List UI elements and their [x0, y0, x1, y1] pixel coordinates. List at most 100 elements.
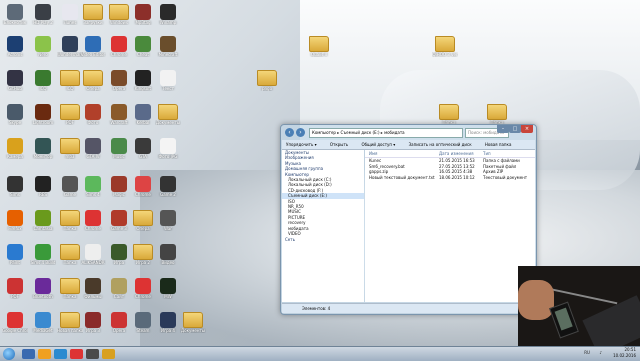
- desktop-icon[interactable]: Opera: [106, 70, 132, 91]
- desktop-icon[interactable]: Фото JPG: [155, 138, 181, 159]
- desktop-icon[interactable]: ICQ: [30, 70, 56, 91]
- desktop-icon[interactable]: Google Chrome: [2, 312, 28, 333]
- desktop-icon[interactable]: Bluetooth: [30, 278, 56, 299]
- navigation-pane[interactable]: Документы Изображения Музыка Домашняя групп…: [282, 150, 364, 302]
- desktop-icon[interactable]: Skype: [2, 104, 28, 125]
- desktop-icon[interactable]: Опера: [80, 70, 106, 91]
- new-folder-button[interactable]: Новая папка: [485, 142, 512, 147]
- desktop-icon[interactable]: Magic: [106, 176, 132, 197]
- header-name[interactable]: Имя: [365, 150, 439, 157]
- desktop-icon[interactable]: Блокнотик: [2, 4, 28, 25]
- desktop-icon[interactable]: GTA IV: [80, 138, 106, 159]
- desktop-icon[interactable]: Mp3tag: [130, 4, 156, 25]
- desktop-icon[interactable]: Paint: [2, 244, 28, 265]
- maximize-button[interactable]: □: [509, 125, 521, 133]
- desktop-icon[interactable]: Игра 3: [80, 312, 106, 333]
- desktop-icon[interactable]: Загрузки: [80, 4, 106, 25]
- desktop-icon[interactable]: Документы: [180, 312, 206, 333]
- desktop-icon[interactable]: Music: [106, 138, 132, 159]
- desktop-icon[interactable]: Kingsoft: [130, 70, 156, 91]
- desktop-icon[interactable]: Камера: [2, 138, 28, 159]
- desktop-icon[interactable]: Сайт: [106, 278, 132, 299]
- desktop-icon[interactable]: Windows: [106, 4, 132, 25]
- back-button[interactable]: ‹: [285, 128, 294, 137]
- desktop-icon[interactable]: MediaGet: [30, 312, 56, 333]
- desktop-icon[interactable]: pngo: [254, 70, 280, 91]
- taskbar-app-icon[interactable]: [70, 349, 83, 359]
- desktop-icon[interactable]: Winamp: [155, 4, 181, 25]
- language-indicator[interactable]: RU: [584, 350, 590, 355]
- desktop-icon-label: PDF: [11, 294, 19, 299]
- app-icon: [35, 278, 51, 294]
- desktop-icon[interactable]: Sims: [2, 176, 28, 197]
- desktop-icon-label: Paint: [10, 260, 20, 265]
- taskbar-app-icon[interactable]: [86, 349, 99, 359]
- desktop-icon[interactable]: Папка: [436, 104, 462, 125]
- share-button[interactable]: Общий доступ ▾: [361, 142, 395, 147]
- desktop-icon[interactable]: Фото: [80, 104, 106, 125]
- volume-icon[interactable]: ♪: [599, 350, 602, 355]
- desktop-icon[interactable]: Chrome: [80, 210, 106, 231]
- desktop-icon-label: QIHOO 3 ver: [432, 52, 458, 57]
- desktop-icon[interactable]: Steam: [130, 312, 156, 333]
- desktop-icon[interactable]: MW: [155, 278, 181, 299]
- desktop-icon[interactable]: Qualis II: [306, 36, 332, 57]
- desktop-icon[interactable]: RES: [30, 176, 56, 197]
- close-button[interactable]: ×: [521, 125, 533, 133]
- desktop-icon[interactable]: Chrome: [130, 176, 156, 197]
- desktop-icon[interactable]: GitHub: [2, 70, 28, 91]
- desktop-icon[interactable]: Game 3: [106, 210, 132, 231]
- explorer-window[interactable]: ‹ › Компьютер ▸ Съемный диск (E:) ▸ моби…: [280, 124, 537, 315]
- desktop-icon[interactable]: Текст: [155, 70, 181, 91]
- desktop-icon[interactable]: Warcraft: [106, 104, 132, 125]
- open-button[interactable]: Открыть: [330, 142, 348, 147]
- desktop-icon[interactable]: Nero: [30, 36, 56, 57]
- header-date[interactable]: Дата изменения: [439, 150, 483, 157]
- desktop-icon[interactable]: Фильмы: [80, 278, 106, 299]
- desktop-icon[interactable]: Video Editor: [80, 36, 106, 57]
- taskbar-app-icon[interactable]: [54, 349, 67, 359]
- desktop-icon[interactable]: Sims 4 Build: [30, 244, 56, 265]
- desktop-icon[interactable]: PDF: [2, 278, 28, 299]
- desktop-icon[interactable]: QIHOO 3 ver: [432, 36, 458, 57]
- desktop-icon[interactable]: Game 2: [155, 176, 181, 197]
- desktop-icon[interactable]: Видео: [155, 244, 181, 265]
- address-bar[interactable]: Компьютер ▸ Съемный диск (E:) ▸ мобидата: [309, 128, 463, 138]
- desktop-icon[interactable]: Документы: [155, 104, 181, 125]
- desktop-icon[interactable]: Игра: [106, 244, 132, 265]
- desktop-icon[interactable]: GTA: [130, 138, 156, 159]
- explorer-titlebar[interactable]: ‹ › Компьютер ▸ Съемный диск (E:) ▸ моби…: [281, 125, 536, 139]
- clock[interactable]: 20:51 10.02.2016: [613, 347, 636, 359]
- taskbar-app-icon[interactable]: [22, 349, 35, 359]
- nav-item[interactable]: Сеть: [282, 237, 364, 242]
- desktop-icon[interactable]: War: [155, 210, 181, 231]
- desktop-icon[interactable]: Cheat: [130, 36, 156, 57]
- desktop-icon[interactable]: Firefox: [2, 210, 28, 231]
- file-row[interactable]: Новый текстовый документ.txt 18.06.2015 1…: [365, 175, 535, 181]
- desktop-icon[interactable]: Chrome: [130, 278, 156, 299]
- desktop-icon[interactable]: Опера: [130, 210, 156, 231]
- taskbar-app-icon[interactable]: [38, 349, 51, 359]
- desktop-icon[interactable]: Kerbal: [130, 104, 156, 125]
- forward-button[interactable]: ›: [296, 128, 305, 137]
- desktop-icon[interactable]: Chrome: [106, 36, 132, 57]
- desktop-icon[interactable]: ALIKSANDR: [80, 244, 106, 265]
- desktop-icon[interactable]: HD Play 2: [30, 4, 56, 25]
- desktop-icon[interactable]: Монитор: [30, 138, 56, 159]
- desktop-icon[interactable]: Игра 4: [155, 312, 181, 333]
- desktop-icon[interactable]: Minecraft: [155, 36, 181, 57]
- desktop-icon[interactable]: Папка: [484, 104, 510, 125]
- organize-button[interactable]: Упорядочить ▾: [286, 142, 317, 147]
- taskbar-app-icon[interactable]: [102, 349, 115, 359]
- desktop-icon[interactable]: Opera: [106, 312, 132, 333]
- desktop-icon[interactable]: Sims 4: [80, 176, 106, 197]
- desktop-icon[interactable]: Camtasia: [30, 210, 56, 231]
- header-type[interactable]: Тип: [483, 150, 527, 157]
- file-list[interactable]: Имя Дата изменения Тип Kunec 21.05.2015 16:…: [365, 150, 535, 302]
- burn-button[interactable]: Записать на оптический диск: [409, 142, 472, 147]
- start-button[interactable]: [3, 348, 15, 360]
- desktop-icon[interactable]: Lightroom: [30, 104, 56, 125]
- desktop-icon[interactable]: Игра 2: [130, 244, 156, 265]
- minimize-button[interactable]: –: [497, 125, 509, 133]
- desktop-icon[interactable]: Acronis: [2, 36, 28, 57]
